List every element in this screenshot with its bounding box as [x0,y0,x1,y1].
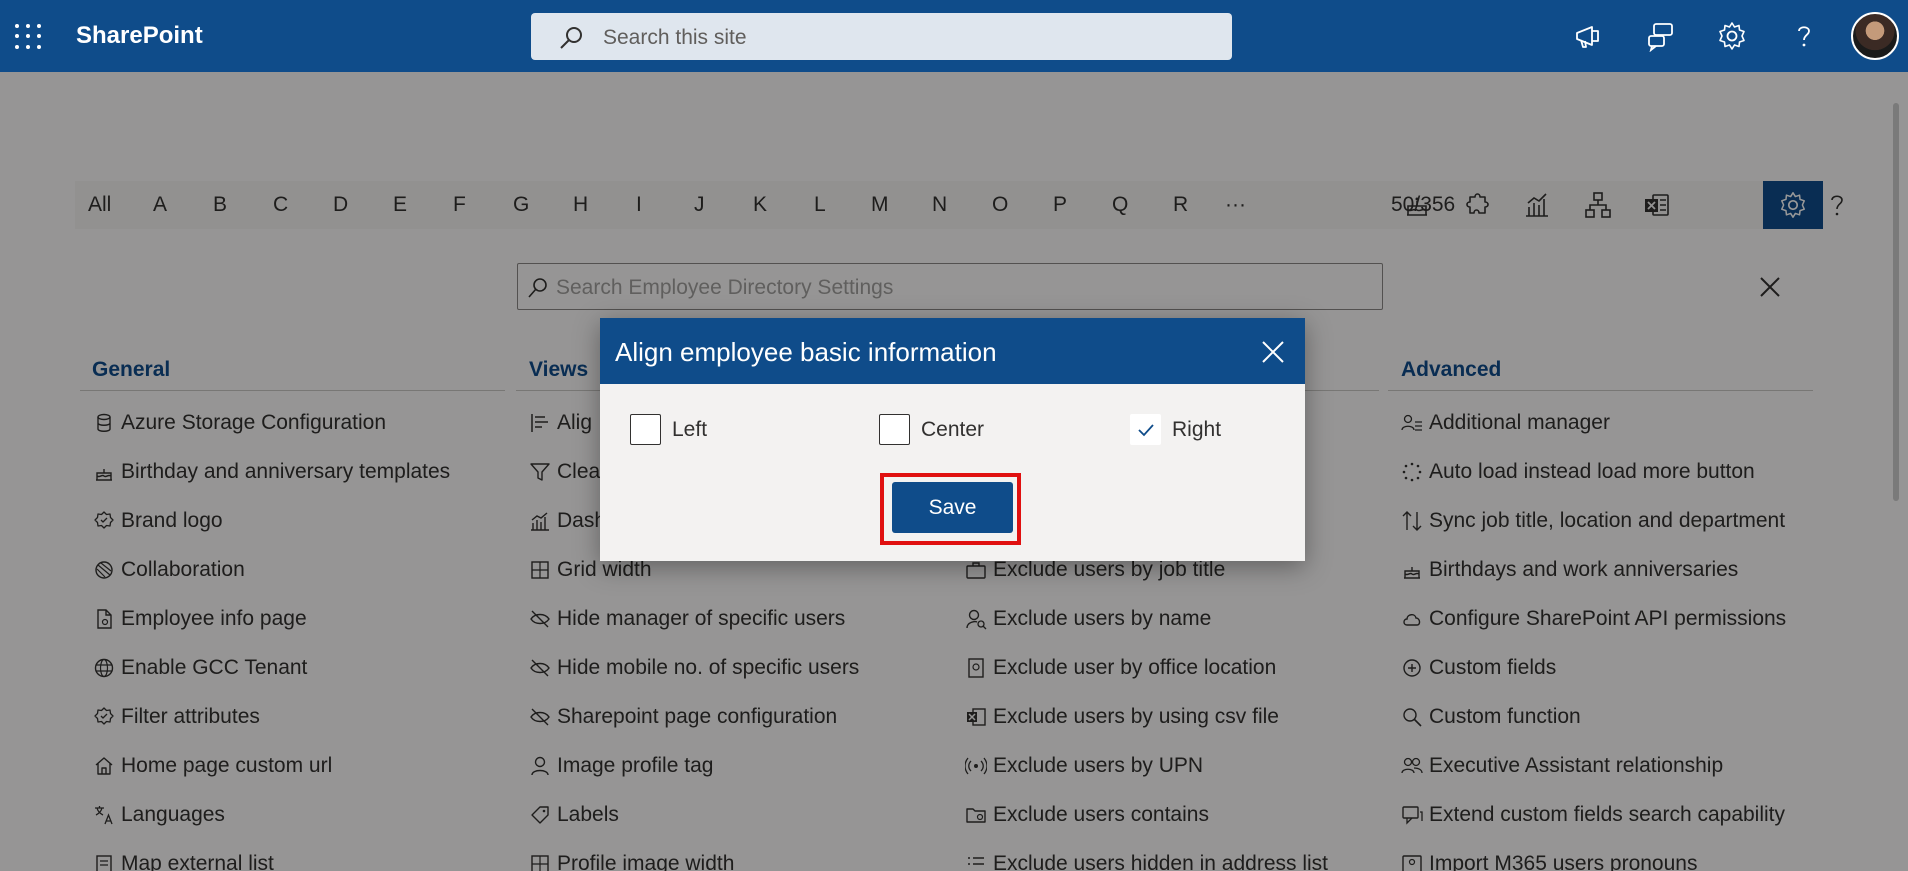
site-search-placeholder: Search this site [603,26,747,49]
search-icon [560,27,582,49]
left-checkbox[interactable] [630,414,661,445]
dialog-header: Align employee basic information [600,318,1305,384]
close-icon[interactable] [1259,338,1287,366]
checkmark-icon [1138,424,1154,437]
chat-icon[interactable] [1645,20,1677,52]
app-launcher-icon[interactable] [13,22,43,52]
avatar[interactable] [1851,12,1899,60]
center-checkbox[interactable] [879,414,910,445]
option-label: Right [1172,418,1222,441]
save-button[interactable]: Save [892,482,1013,533]
page-scrollbar[interactable] [1893,103,1899,501]
megaphone-icon[interactable] [1572,20,1604,52]
option-label: Center [921,418,985,441]
align-info-dialog: Align employee basic information Left Ce… [600,318,1305,561]
suite-bar: SharePoint Search this site [0,0,1908,72]
site-search-box[interactable]: Search this site [531,13,1232,60]
gear-icon[interactable] [1716,20,1748,52]
help-icon[interactable] [1788,20,1820,52]
brand-name[interactable]: SharePoint [76,22,203,50]
right-checkbox[interactable] [1130,414,1161,445]
option-label: Left [672,418,708,441]
dialog-title: Align employee basic information [615,337,997,367]
